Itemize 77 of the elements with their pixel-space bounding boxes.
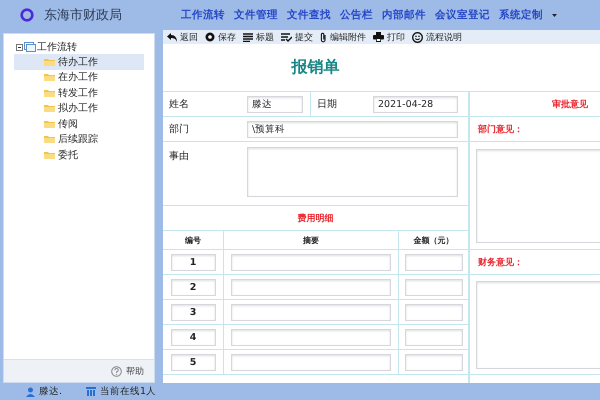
nav-link[interactable]: 系统定制 <box>499 8 543 22</box>
amount-field[interactable] <box>404 328 462 346</box>
date-field[interactable]: 2021-04-28 <box>373 96 458 112</box>
folder-icon <box>44 58 55 66</box>
caret-icon[interactable] <box>552 14 557 16</box>
people-icon <box>86 387 96 396</box>
toolbar-button[interactable]: 返回 <box>167 30 198 44</box>
form-title: 报销单 <box>163 44 600 92</box>
column-header: 摘要 <box>224 231 399 249</box>
nav-link[interactable]: 文件查找 <box>287 8 331 22</box>
tree-item[interactable]: 传阅 <box>14 116 144 132</box>
toolbar-button[interactable]: 编辑附件 <box>320 30 366 44</box>
number-field[interactable]: 3 <box>170 304 216 320</box>
ring-logo-icon <box>20 8 34 22</box>
summary-field[interactable] <box>231 304 391 320</box>
number-field[interactable]: 5 <box>170 354 216 370</box>
section-heading: 审批意见 <box>552 98 588 110</box>
online-count: 当前在线1人 <box>86 385 156 398</box>
window-icon <box>24 42 36 52</box>
smiley-icon <box>412 32 423 42</box>
field-label: 姓名 <box>168 98 190 111</box>
tree-item[interactable]: 转发工作 <box>14 85 144 100</box>
folder-icon <box>44 135 55 144</box>
number-field[interactable]: 1 <box>170 254 216 270</box>
amount-field[interactable] <box>404 354 462 370</box>
tree-item[interactable]: 后续跟踪 <box>14 132 144 147</box>
toolbar-button[interactable]: 流程说明 <box>412 30 462 44</box>
toolbar-button[interactable]: 标题 <box>243 30 274 44</box>
name-field[interactable]: 滕达 <box>247 96 303 112</box>
lines-icon <box>243 32 253 42</box>
toolbar-button[interactable]: 提交 <box>281 30 313 44</box>
list-check-icon <box>281 32 292 42</box>
paperclip-icon <box>320 32 327 42</box>
field-label: 事由 <box>168 150 190 163</box>
help-link[interactable]: 帮助 <box>111 364 144 378</box>
disc-icon <box>205 32 215 42</box>
summary-field[interactable] <box>231 354 391 370</box>
nav-link[interactable]: 工作流转 <box>181 8 225 22</box>
opinion-label: 财务意见： <box>477 256 523 268</box>
summary-field[interactable] <box>231 254 391 270</box>
nav-link[interactable]: 公告栏 <box>340 8 373 22</box>
nav-link[interactable]: 会议室登记 <box>435 8 490 22</box>
number-field[interactable]: 2 <box>170 278 216 296</box>
collapse-icon[interactable] <box>16 44 23 50</box>
toolbar-button[interactable]: 保存 <box>205 30 236 44</box>
tree-item[interactable]: 委托 <box>14 147 144 162</box>
number-field[interactable]: 4 <box>170 328 216 346</box>
field-label: 部门 <box>168 122 190 136</box>
section-heading: 费用明细 <box>298 212 334 224</box>
nav-link[interactable]: 内部邮件 <box>382 8 426 22</box>
tree-item[interactable]: 工作流转 <box>37 40 77 54</box>
summary-field[interactable] <box>231 328 391 346</box>
user-status: 滕达. <box>26 385 62 398</box>
printer-icon <box>373 32 384 42</box>
amount-field[interactable] <box>404 304 462 320</box>
toolbar-button[interactable]: 打印 <box>373 30 405 44</box>
folder-icon <box>44 150 55 159</box>
amount-field[interactable] <box>404 254 462 270</box>
summary-field[interactable] <box>231 278 391 296</box>
amount-field[interactable] <box>404 278 462 296</box>
tree-item[interactable]: 拟办工作 <box>14 100 144 116</box>
folder-icon <box>44 88 55 97</box>
reason-textarea[interactable] <box>247 147 458 197</box>
folder-icon <box>44 120 55 128</box>
tree-item[interactable]: 待办工作 <box>14 54 144 70</box>
column-header: 编号 <box>163 231 224 249</box>
app-title: 东海市财政局 <box>44 7 123 24</box>
department-field[interactable]: \预算科 <box>247 120 458 138</box>
column-header: 金额（元） <box>412 234 454 246</box>
tree-item[interactable]: 在办工作 <box>14 70 144 85</box>
help-icon <box>111 366 122 376</box>
folder-icon <box>44 73 55 82</box>
back-arrow-icon <box>167 32 177 42</box>
nav-link[interactable]: 文件管理 <box>234 8 278 22</box>
person-icon <box>26 386 35 396</box>
opinion-label: 部门意见： <box>476 123 523 136</box>
folder-icon <box>44 104 55 112</box>
